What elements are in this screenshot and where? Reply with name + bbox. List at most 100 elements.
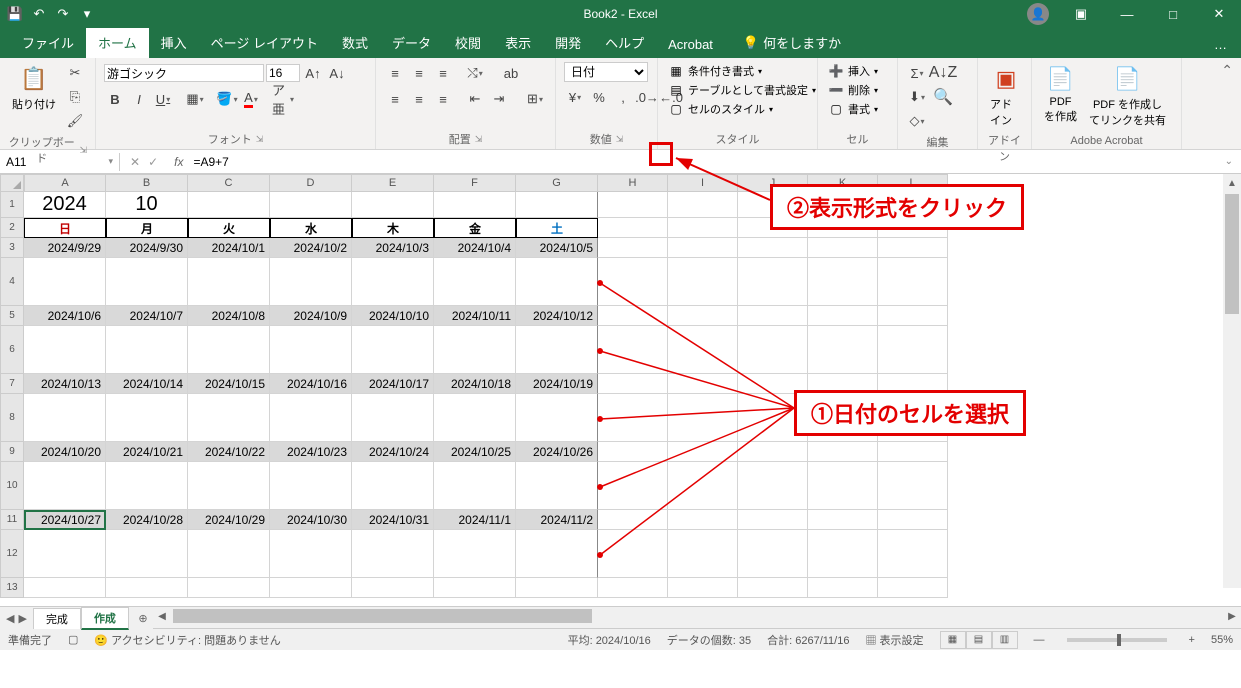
cell-C8[interactable] (188, 394, 270, 442)
row-header-5[interactable]: 5 (0, 306, 24, 326)
insert-cells-button[interactable]: ➕挿入▾ (826, 62, 880, 80)
cell-I1[interactable] (668, 192, 738, 218)
cell-D7[interactable]: 2024/10/16 (270, 374, 352, 394)
cell-G2[interactable]: 土 (516, 218, 598, 238)
align-left-icon[interactable]: ≡ (384, 88, 406, 110)
cell-I4[interactable] (668, 258, 738, 306)
find-select-icon[interactable]: 🔍 (932, 86, 954, 108)
scroll-up-icon[interactable]: ▲ (1223, 174, 1241, 192)
cell-A2[interactable]: 日 (24, 218, 106, 238)
maximize-button[interactable]: □ (1151, 0, 1195, 28)
cell-H10[interactable] (598, 462, 668, 510)
cell-C3[interactable]: 2024/10/1 (188, 238, 270, 258)
cell-J4[interactable] (738, 258, 808, 306)
add-sheet-button[interactable]: ⊕ (133, 608, 153, 628)
cell-H11[interactable] (598, 510, 668, 530)
cell-B2[interactable]: 月 (106, 218, 188, 238)
cell-D2[interactable]: 水 (270, 218, 352, 238)
fx-icon[interactable]: fx (168, 155, 189, 169)
cell-I6[interactable] (668, 326, 738, 374)
cell-H4[interactable] (598, 258, 668, 306)
cell-G13[interactable] (516, 578, 598, 598)
row-header-8[interactable]: 8 (0, 394, 24, 442)
cell-D1[interactable] (270, 192, 352, 218)
cell-K12[interactable] (808, 530, 878, 578)
cell-K11[interactable] (808, 510, 878, 530)
cell-C7[interactable]: 2024/10/15 (188, 374, 270, 394)
cell-L10[interactable] (878, 462, 948, 510)
cell-I13[interactable] (668, 578, 738, 598)
cell-D8[interactable] (270, 394, 352, 442)
cell-A9[interactable]: 2024/10/20 (24, 442, 106, 462)
paste-button[interactable]: 📋 貼り付け (8, 62, 60, 114)
bold-button[interactable]: B (104, 88, 126, 110)
cell-K4[interactable] (808, 258, 878, 306)
select-all-button[interactable] (0, 174, 24, 192)
delete-cells-button[interactable]: ➖削除▾ (826, 81, 880, 99)
row-header-13[interactable]: 13 (0, 578, 24, 598)
cell-G7[interactable]: 2024/10/19 (516, 374, 598, 394)
ribbon-tab-表示[interactable]: 表示 (493, 27, 543, 58)
cell-E11[interactable]: 2024/10/31 (352, 510, 434, 530)
ribbon-tab-ページ レイアウト[interactable]: ページ レイアウト (199, 27, 330, 58)
cell-K5[interactable] (808, 306, 878, 326)
cell-H1[interactable] (598, 192, 668, 218)
cell-C12[interactable] (188, 530, 270, 578)
pdf-create-button[interactable]: 📄 PDF を作成 (1040, 62, 1081, 126)
cell-I3[interactable] (668, 238, 738, 258)
cell-G9[interactable]: 2024/10/26 (516, 442, 598, 462)
cell-G4[interactable] (516, 258, 598, 306)
cell-A10[interactable] (24, 462, 106, 510)
accept-formula-icon[interactable]: ✓ (148, 155, 158, 169)
zoom-out-button[interactable]: — (1034, 634, 1045, 646)
ribbon-tab-校閲[interactable]: 校閲 (443, 27, 493, 58)
row-header-2[interactable]: 2 (0, 218, 24, 238)
comma-icon[interactable]: , (612, 86, 634, 108)
cell-E10[interactable] (352, 462, 434, 510)
fill-icon[interactable]: ⬇ (906, 86, 928, 108)
col-header-B[interactable]: B (106, 174, 188, 192)
ribbon-tab-ホーム[interactable]: ホーム (86, 27, 149, 58)
decrease-indent-icon[interactable]: ⇤ (464, 88, 486, 110)
cell-B12[interactable] (106, 530, 188, 578)
cell-H13[interactable] (598, 578, 668, 598)
normal-view-icon[interactable]: ▦ (940, 631, 966, 649)
clear-icon[interactable]: ◇ (906, 110, 928, 132)
cell-I12[interactable] (668, 530, 738, 578)
cell-A7[interactable]: 2024/10/13 (24, 374, 106, 394)
sort-filter-icon[interactable]: A↓Z (932, 62, 954, 84)
cell-A8[interactable] (24, 394, 106, 442)
cell-F5[interactable]: 2024/10/11 (434, 306, 516, 326)
font-name-input[interactable] (104, 64, 264, 82)
underline-button[interactable]: U (152, 88, 174, 110)
view-switcher[interactable]: ▦ ▤ ▥ (940, 631, 1018, 649)
cell-J10[interactable] (738, 462, 808, 510)
col-header-A[interactable]: A (24, 174, 106, 192)
cell-D10[interactable] (270, 462, 352, 510)
cell-J11[interactable] (738, 510, 808, 530)
cell-E3[interactable]: 2024/10/3 (352, 238, 434, 258)
cell-C6[interactable] (188, 326, 270, 374)
cell-H8[interactable] (598, 394, 668, 442)
sheet-nav-prev-icon[interactable]: ◀ (6, 612, 14, 625)
cell-F12[interactable] (434, 530, 516, 578)
addins-button[interactable]: ▣ アドイン (986, 62, 1026, 130)
cell-F4[interactable] (434, 258, 516, 306)
cell-I8[interactable] (668, 394, 738, 442)
cell-K6[interactable] (808, 326, 878, 374)
align-center-icon[interactable]: ≡ (408, 88, 430, 110)
col-header-G[interactable]: G (516, 174, 598, 192)
cell-E1[interactable] (352, 192, 434, 218)
merge-icon[interactable]: ⊞ (524, 88, 546, 110)
user-avatar[interactable]: 👤 (1027, 3, 1049, 25)
cell-K3[interactable] (808, 238, 878, 258)
cell-C11[interactable]: 2024/10/29 (188, 510, 270, 530)
cell-H5[interactable] (598, 306, 668, 326)
align-bottom-icon[interactable]: ≡ (432, 62, 454, 84)
clipboard-launcher-icon[interactable]: ⇲ (79, 145, 87, 156)
cell-G1[interactable] (516, 192, 598, 218)
cell-F3[interactable]: 2024/10/4 (434, 238, 516, 258)
cell-F13[interactable] (434, 578, 516, 598)
cell-A3[interactable]: 2024/9/29 (24, 238, 106, 258)
increase-decimal-icon[interactable]: .0→ (636, 86, 658, 108)
